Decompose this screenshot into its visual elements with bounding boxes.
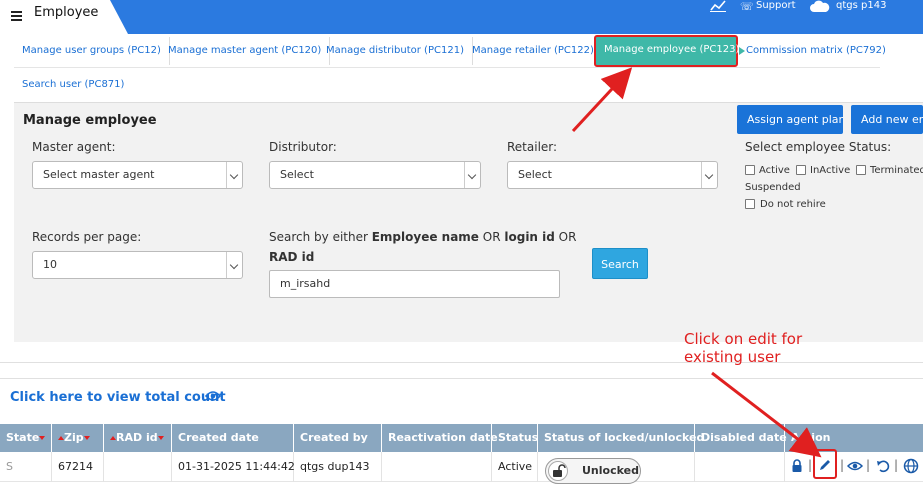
reset-icon[interactable] [875,458,891,474]
cell-zip: 67214 [52,452,104,482]
app-title: Employee [34,5,99,20]
column-header-created-by[interactable]: Created by [294,424,382,452]
cell-reactivation-date [382,452,492,482]
search-input[interactable]: m_irsahd [269,270,560,298]
retailer-label: Retailer: [507,140,558,154]
status-active-label: Active [759,165,790,176]
status-inactive-label: InActive [810,165,851,176]
column-header-rad-id[interactable]: RAD id [104,424,172,452]
master-agent-value: Select master agent [43,168,155,181]
distributor-value: Select [280,168,314,181]
hamburger-menu-icon[interactable] [11,11,22,21]
unlock-icon [548,461,568,481]
lock-icon[interactable] [789,458,805,474]
globe-icon[interactable] [903,458,919,474]
column-header-status[interactable]: Status [492,424,538,452]
column-header-lock-status[interactable]: Status of locked/unlocked [538,424,704,452]
user-label[interactable]: qtgs p143 [836,0,886,11]
cell-rad-id [104,452,172,482]
tab-commission-matrix[interactable]: Commission matrix (PC792) [738,37,894,65]
table-header: State Zip RAD id Created date Created by… [0,424,923,452]
lock-status-label: Unlocked [582,464,639,477]
status-inactive-checkbox[interactable] [796,165,806,175]
assign-agent-plan-button[interactable]: Assign agent plan [737,105,843,134]
filter-panel [14,102,923,342]
table-row: S 67214 01-31-2025 11:44:42 qtgs dup143 … [0,452,923,482]
top-bar: Employee ☏ Support qtgs p143 [0,0,923,34]
eye-icon[interactable] [205,390,221,402]
retailer-select[interactable]: Select [507,161,718,189]
action-separator: | [894,458,899,472]
distributor-label: Distributor: [269,140,337,154]
master-agent-label: Master agent: [32,140,116,154]
sort-icon [39,436,46,440]
sort-icon [157,436,164,440]
status-suspended-label: Suspended [745,182,801,193]
column-header-disabled-date[interactable]: Disabled date [695,424,787,452]
edit-highlight-box [813,449,837,479]
employee-status-label: Select employee Status: [745,140,892,154]
cell-state: S [0,452,52,482]
sort-icon [83,436,90,440]
status-terminated-label: Terminated [870,165,923,176]
records-per-page-value: 10 [43,258,57,271]
status-do-not-rehire-label: Do not rehire [760,199,826,210]
cell-created-date: 01-31-2025 11:44:42 [172,452,295,482]
column-header-created-date[interactable]: Created date [172,424,294,452]
action-separator: | [866,458,871,472]
panel-title: Manage employee [23,113,157,128]
status-active-checkbox[interactable] [745,165,755,175]
divider [0,378,923,379]
action-separator: | [808,458,813,472]
search-button[interactable]: Search [592,248,648,279]
total-count-link[interactable]: Click here to view total count [10,390,226,405]
chevron-down-icon [226,252,242,278]
search-instructions-rad: RAD id [269,250,315,264]
status-terminated-checkbox[interactable] [856,165,866,175]
chevron-down-icon [701,162,717,188]
cell-status: Active [492,452,538,482]
lock-toggle[interactable]: Unlocked [545,458,641,484]
view-icon[interactable] [847,458,863,474]
cloud-icon [810,0,830,12]
chevron-down-icon [226,162,242,188]
chevron-down-icon [464,162,480,188]
cell-disabled-date [695,452,785,482]
tabs-divider [14,67,880,68]
column-header-state[interactable]: State [0,424,52,452]
master-agent-select[interactable]: Select master agent [32,161,243,189]
support-link[interactable]: Support [756,0,796,11]
action-separator: | [840,458,845,472]
column-header-reactivation-date[interactable]: Reactivation date [382,424,498,452]
tab-manage-user-groups[interactable]: Manage user groups (PC12) [14,37,170,65]
status-do-not-rehire-checkbox[interactable] [745,199,755,209]
records-per-page-label: Records per page: [32,230,142,244]
tab-manage-retailer[interactable]: Manage retailer (PC122) [464,37,603,65]
add-new-employee-button[interactable]: Add new em [851,105,923,134]
column-header-zip[interactable]: Zip [52,424,104,452]
annotation-callout: Click on edit for existing user [684,330,803,366]
chart-icon[interactable] [710,0,726,12]
search-instructions: Search by either Employee name OR login … [269,230,577,244]
distributor-select[interactable]: Select [269,161,481,189]
column-header-action: Action [791,431,831,444]
retailer-value: Select [518,168,552,181]
tab-search-user[interactable]: Search user (PC871) [14,71,132,99]
tab-manage-employee[interactable]: Manage employee (PC123) [594,35,739,67]
tab-manage-distributor[interactable]: Manage distributor (PC121) [318,37,473,65]
phone-icon: ☏ [740,0,754,13]
tab-manage-master-agent[interactable]: Manage master agent (PC120) [160,37,331,65]
records-per-page-select[interactable]: 10 [32,251,243,279]
cell-created-by: qtgs dup143 [294,452,382,482]
